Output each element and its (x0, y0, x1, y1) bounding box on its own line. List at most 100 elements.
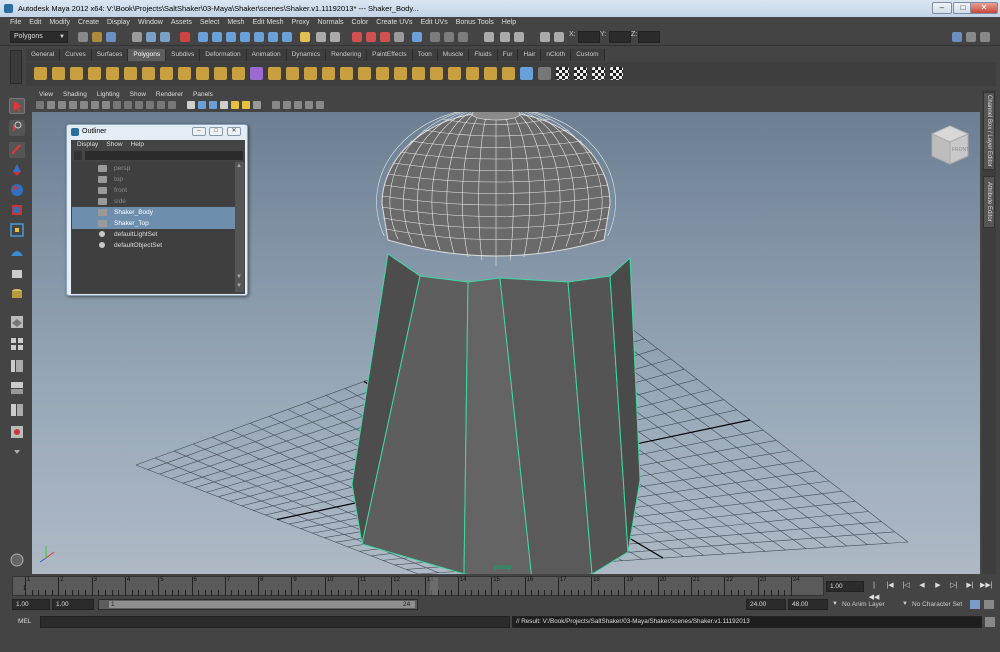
safe-title-icon[interactable] (168, 101, 176, 109)
animation-start-field[interactable]: 1.00 (12, 599, 50, 610)
snap-point-icon[interactable] (352, 32, 362, 42)
grid-toggle-icon[interactable] (102, 101, 110, 109)
persp-graph-layout-icon[interactable] (9, 380, 25, 396)
playback-start-field[interactable]: 1.00 (52, 599, 94, 610)
step-forward-key-icon[interactable]: ▷| (948, 580, 960, 592)
menu-color[interactable]: Color (348, 17, 373, 28)
shelf-tab-curves[interactable]: Curves (60, 49, 92, 61)
textured-icon[interactable] (220, 101, 228, 109)
menu-edit-mesh[interactable]: Edit Mesh (248, 17, 287, 28)
shelf-tab-deformation[interactable]: Deformation (200, 49, 247, 61)
panel-menu-show[interactable]: Show (125, 90, 151, 100)
outliner-filter-field[interactable] (85, 151, 243, 160)
poly-texture-icon[interactable] (250, 67, 263, 80)
help-pick-mask-icon[interactable] (300, 32, 310, 42)
four-pane-layout-icon[interactable] (9, 336, 25, 352)
boolean-difference-icon[interactable] (358, 67, 371, 80)
view-cube[interactable]: FRONT (930, 125, 969, 165)
z-field[interactable] (638, 31, 660, 43)
toggle-panel-icon[interactable] (966, 32, 976, 42)
shelf-tab-dynamics[interactable]: Dynamics (286, 49, 327, 61)
y-field[interactable] (609, 31, 631, 43)
last-tool-used-icon[interactable] (9, 286, 25, 302)
outliner-item-defaultobjectset[interactable]: defaultObjectSet (72, 240, 235, 251)
render-settings-icon[interactable] (458, 32, 468, 42)
shaker-body[interactable] (351, 253, 641, 574)
hypershade-icon[interactable] (484, 32, 494, 42)
select-tool-icon[interactable] (9, 98, 25, 114)
gate-mask-icon[interactable] (135, 101, 143, 109)
fill-hole-icon[interactable] (430, 67, 443, 80)
play-forwards-icon[interactable]: ▶ (932, 580, 944, 592)
planar-mapping-icon[interactable] (574, 67, 587, 80)
panel-menu-lighting[interactable]: Lighting (92, 90, 125, 100)
menu-help[interactable]: Help (498, 17, 520, 28)
pick-mask-icon[interactable] (198, 32, 208, 42)
character-key-icon[interactable] (970, 600, 980, 609)
smooth-icon[interactable] (322, 67, 335, 80)
hypershade-layout-icon[interactable] (9, 402, 25, 418)
menu-create[interactable]: Create (74, 17, 103, 28)
menu-set-dropdown[interactable]: Polygons ▼ (10, 31, 68, 43)
scroll-up-icon[interactable]: ▲ (236, 163, 242, 169)
panel-menu-panels[interactable]: Panels (188, 90, 218, 100)
grease-pencil-icon[interactable] (91, 101, 99, 109)
smooth-shade-icon[interactable] (198, 101, 206, 109)
shelf-tab-fluids[interactable]: Fluids (469, 49, 498, 61)
menu-file[interactable]: File (6, 17, 25, 28)
separate-icon[interactable] (286, 67, 299, 80)
isolate-select-icon[interactable] (272, 101, 280, 109)
split-polygon-icon[interactable] (466, 67, 479, 80)
x-field[interactable] (578, 31, 600, 43)
shelf-tab-ncloth[interactable]: nCloth (541, 49, 572, 61)
open-scene-icon[interactable] (92, 32, 102, 42)
poly-cylinder-icon[interactable] (70, 67, 83, 80)
select-camera-icon[interactable] (36, 101, 44, 109)
combine-icon[interactable] (268, 67, 281, 80)
outliner-filter-toggle[interactable] (74, 151, 82, 160)
shelf-tab-rendering[interactable]: Rendering (326, 49, 368, 61)
append-polygon-icon[interactable] (448, 67, 461, 80)
tab-channel-box[interactable]: Channel Box / Layer Editor (983, 92, 995, 170)
shelf-tab-muscle[interactable]: Muscle (437, 49, 470, 61)
range-slider-handle[interactable] (109, 601, 415, 608)
mel-label[interactable]: MEL (18, 618, 31, 625)
poly-torus-icon[interactable] (124, 67, 137, 80)
outliner-close-button[interactable]: ✕ (227, 127, 241, 136)
minimize-button[interactable]: – (932, 2, 952, 14)
play-backwards-icon[interactable]: ◀ (916, 580, 928, 592)
soft-modification-icon[interactable] (9, 244, 25, 260)
xray-icon[interactable] (283, 101, 291, 109)
expand-toolbox-icon[interactable] (9, 444, 25, 460)
menu-bonus-tools[interactable]: Bonus Tools (452, 17, 498, 28)
attribute-spreadsheet-icon[interactable] (514, 32, 524, 42)
bookmark-icon[interactable] (58, 101, 66, 109)
poly-platonic-icon[interactable] (232, 67, 245, 80)
save-scene-icon[interactable] (106, 32, 116, 42)
extract-icon[interactable] (304, 67, 317, 80)
time-slider[interactable]: 1234567891011121314151617181920212223241 (12, 576, 824, 596)
shaker-top[interactable] (376, 112, 616, 266)
outliner-menu-display[interactable]: Display (73, 140, 102, 150)
quick-layout-icon[interactable] (9, 552, 25, 568)
menu-window[interactable]: Window (134, 17, 167, 28)
persp-outliner-layout-icon[interactable] (9, 358, 25, 374)
poly-cone-icon[interactable] (88, 67, 101, 80)
shelf-tab-custom[interactable]: Custom (571, 49, 605, 61)
shelf-tab-general[interactable]: General (26, 49, 61, 61)
xray-active-icon[interactable] (305, 101, 313, 109)
shelf-tab-animation[interactable]: Animation (246, 49, 287, 61)
ipr-render-icon[interactable] (444, 32, 454, 42)
shelf-options-gear-icon[interactable] (10, 50, 22, 84)
range-slider[interactable]: 1 24 (98, 599, 418, 610)
outliner-window[interactable]: Outliner – □ ✕ Display Show Help ▲ ▼ ▼ per… (66, 124, 248, 296)
xray-joints-icon[interactable] (294, 101, 302, 109)
single-pane-layout-icon[interactable] (9, 314, 25, 330)
snap-view-plane-icon[interactable] (366, 32, 376, 42)
new-scene-icon[interactable] (78, 32, 88, 42)
outliner-menu-help[interactable]: Help (127, 140, 148, 150)
scale-tool-icon[interactable] (9, 202, 25, 218)
use-lights-icon[interactable] (231, 101, 239, 109)
go-to-end-icon[interactable]: ▶▶| (980, 580, 993, 592)
shelf-tab-toon[interactable]: Toon (412, 49, 438, 61)
